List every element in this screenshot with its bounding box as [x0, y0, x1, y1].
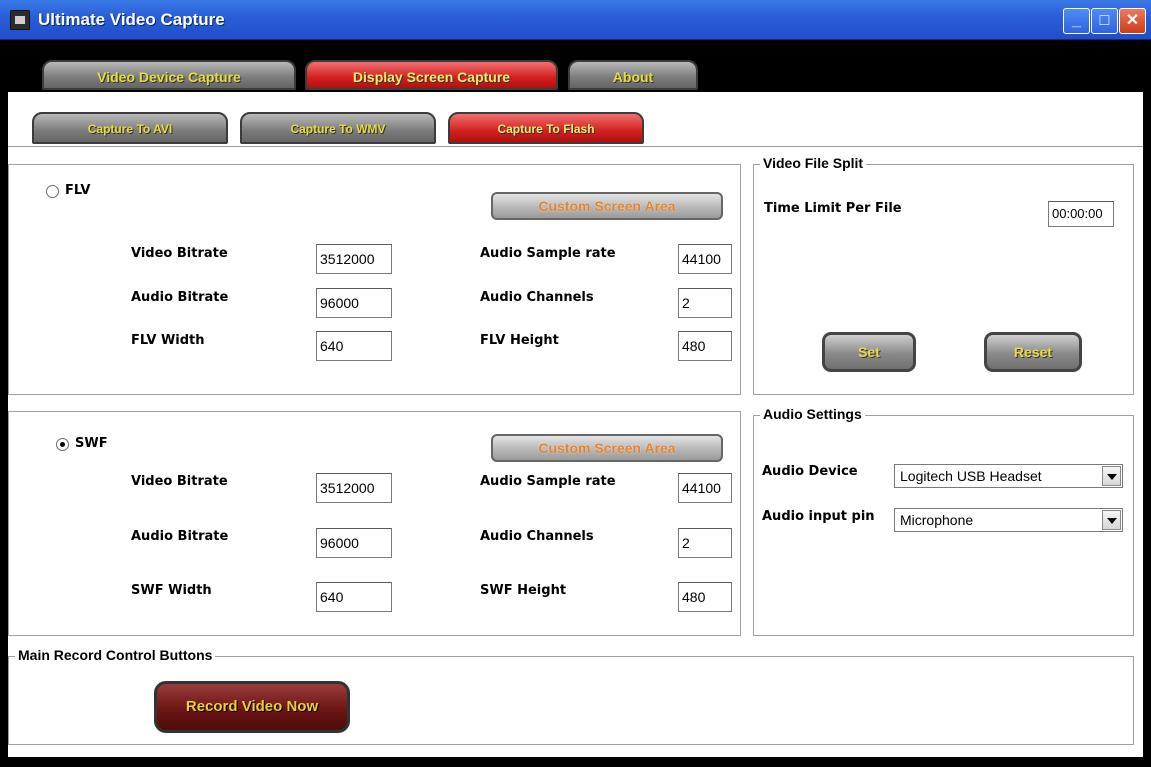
- flv-custom-screen-area-button[interactable]: Custom Screen Area: [491, 192, 723, 220]
- swf-group: SWF Custom Screen Area Video Bitrate 351…: [8, 411, 741, 636]
- time-limit-field[interactable]: 00:00:00: [1048, 201, 1114, 227]
- swf-width-label: SWF Width: [131, 583, 212, 598]
- minimize-icon: _: [1072, 12, 1081, 29]
- swf-video-bitrate-field[interactable]: 3512000: [316, 473, 392, 503]
- swf-height-label: SWF Height: [480, 583, 567, 598]
- tab-about[interactable]: About: [568, 60, 698, 90]
- flv-video-bitrate-field[interactable]: 3512000: [316, 244, 392, 274]
- tab-capture-to-avi[interactable]: Capture To AVI: [32, 112, 228, 144]
- tab-capture-to-wmv[interactable]: Capture To WMV: [240, 112, 436, 144]
- subtab-divider: [8, 146, 1143, 147]
- close-icon: ✕: [1125, 12, 1140, 29]
- chevron-down-icon[interactable]: [1102, 510, 1121, 530]
- flv-audio-sample-rate-field[interactable]: 44100: [678, 244, 732, 274]
- tab-capture-to-flash[interactable]: Capture To Flash: [448, 112, 644, 144]
- swf-custom-screen-area-button[interactable]: Custom Screen Area: [491, 434, 723, 462]
- swf-video-bitrate-label: Video Bitrate: [131, 474, 228, 489]
- swf-height-field[interactable]: 480: [678, 582, 732, 612]
- window-title: Ultimate Video Capture: [38, 10, 225, 29]
- maximize-button[interactable]: □: [1091, 8, 1118, 34]
- audio-input-pin-select[interactable]: Microphone: [894, 508, 1123, 532]
- time-limit-label: Time Limit Per File: [764, 201, 902, 216]
- swf-audio-sample-rate-field[interactable]: 44100: [678, 473, 732, 503]
- flv-group: FLV Custom Screen Area Video Bitrate 351…: [8, 164, 741, 395]
- flv-height-field[interactable]: 480: [678, 331, 732, 361]
- flv-width-label: FLV Width: [131, 333, 205, 348]
- title-bar[interactable]: Ultimate Video Capture _ □ ✕: [0, 0, 1151, 40]
- swf-audio-bitrate-label: Audio Bitrate: [131, 529, 229, 544]
- video-file-split-legend: Video File Split: [760, 155, 867, 171]
- tab-display-screen-capture[interactable]: Display Screen Capture: [305, 60, 558, 90]
- close-button[interactable]: ✕: [1119, 8, 1146, 34]
- chevron-down-icon[interactable]: [1102, 466, 1121, 486]
- swf-audio-channels-label: Audio Channels: [480, 529, 594, 544]
- audio-input-pin-label: Audio input pin: [762, 509, 875, 524]
- flv-audio-channels-label: Audio Channels: [480, 290, 594, 305]
- flv-radio-label: FLV: [65, 183, 91, 198]
- audio-settings-group: Audio Settings Audio Device Logitech USB…: [753, 406, 1134, 636]
- flv-audio-bitrate-field[interactable]: 96000: [316, 288, 392, 318]
- video-file-split-group: Video File Split Time Limit Per File 00:…: [753, 155, 1134, 395]
- flv-audio-channels-field[interactable]: 2: [678, 288, 732, 318]
- audio-settings-legend: Audio Settings: [760, 406, 865, 422]
- reset-button[interactable]: Reset: [984, 332, 1082, 372]
- swf-width-field[interactable]: 640: [316, 582, 392, 612]
- tab-video-device-capture[interactable]: Video Device Capture: [42, 60, 296, 90]
- maximize-icon: □: [1099, 12, 1110, 29]
- minimize-button[interactable]: _: [1063, 8, 1090, 34]
- flv-radio[interactable]: [46, 185, 59, 198]
- record-controls-legend: Main Record Control Buttons: [15, 647, 216, 663]
- swf-radio-label: SWF: [75, 436, 108, 451]
- swf-radio[interactable]: [56, 438, 69, 451]
- audio-device-label: Audio Device: [762, 464, 858, 479]
- record-controls-group: Main Record Control Buttons Record Video…: [8, 647, 1134, 745]
- audio-input-pin-value: Microphone: [900, 512, 974, 528]
- content-panel: Capture To AVI Capture To WMV Capture To…: [8, 92, 1143, 757]
- swf-audio-channels-field[interactable]: 2: [678, 528, 732, 558]
- audio-device-select[interactable]: Logitech USB Headset: [894, 464, 1123, 488]
- flv-height-label: FLV Height: [480, 333, 559, 348]
- set-button[interactable]: Set: [822, 332, 916, 372]
- record-video-now-button[interactable]: Record Video Now: [154, 681, 350, 733]
- flv-audio-bitrate-label: Audio Bitrate: [131, 290, 229, 305]
- flv-audio-sample-rate-label: Audio Sample rate: [480, 246, 616, 261]
- audio-device-value: Logitech USB Headset: [900, 468, 1042, 484]
- flv-width-field[interactable]: 640: [316, 331, 392, 361]
- app-icon[interactable]: [10, 10, 30, 30]
- flv-video-bitrate-label: Video Bitrate: [131, 246, 228, 261]
- swf-audio-bitrate-field[interactable]: 96000: [316, 528, 392, 558]
- swf-audio-sample-rate-label: Audio Sample rate: [480, 474, 616, 489]
